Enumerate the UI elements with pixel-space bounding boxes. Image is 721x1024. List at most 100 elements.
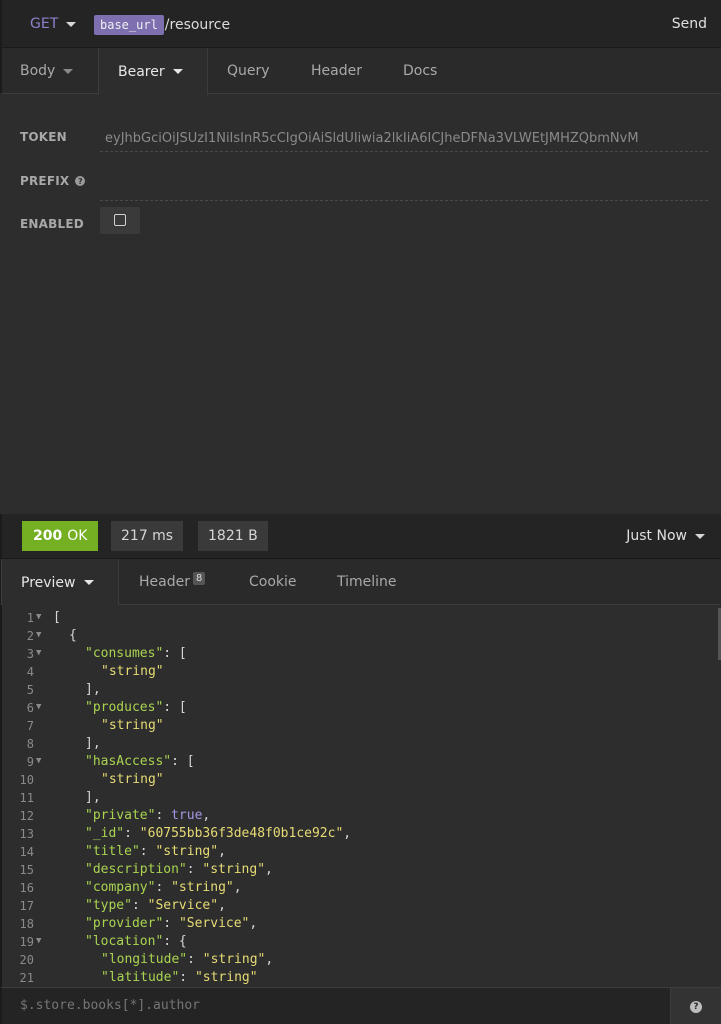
tab-label: Query — [227, 63, 270, 79]
status-code: 200 — [33, 528, 63, 544]
status-badge: 200 OK — [22, 521, 99, 551]
enabled-checkbox[interactable] — [114, 214, 126, 226]
code-text: "title": "string", — [85, 844, 226, 859]
tab-query[interactable]: Query — [227, 48, 270, 94]
json-punctuation: , — [265, 952, 274, 967]
enabled-label-text: ENABLED — [20, 217, 84, 231]
environment-variable-tag[interactable]: base_url — [94, 15, 164, 35]
tab-label: Cookie — [249, 574, 297, 590]
json-punctuation: ], — [85, 736, 101, 751]
json-string: "string" — [202, 952, 266, 967]
code-text: "provider": "Service", — [85, 916, 257, 931]
json-key: "description" — [85, 862, 187, 877]
code-line: 12 "private": true, — [2, 808, 717, 826]
code-line: 6 ▼ "produces": [ — [2, 700, 717, 718]
line-number: 8 — [26, 737, 34, 751]
fold-triangle-icon[interactable]: ▼ — [36, 936, 41, 946]
code-text: "produces": [ — [85, 700, 187, 715]
json-string: "Service" — [147, 898, 219, 913]
json-string: "string" — [101, 718, 164, 733]
fold-triangle-icon[interactable]: ▼ — [36, 648, 41, 658]
response-history-dropdown[interactable]: Just Now — [626, 528, 705, 544]
fold-triangle-icon[interactable]: ▼ — [36, 630, 41, 640]
status-text: OK — [67, 528, 88, 544]
tab-timeline[interactable]: Timeline — [337, 559, 397, 605]
method-label: GET — [30, 16, 59, 32]
response-time-badge: 217 ms — [111, 521, 184, 551]
token-label: TOKEN — [20, 130, 67, 144]
json-key: "private" — [85, 808, 156, 823]
json-punctuation: : — [124, 826, 140, 841]
response-preview[interactable]: 1 ▼[2 ▼{3 ▼ "consumes": [4 "string" 5], 6 ▼ "prod… — [0, 605, 721, 987]
enabled-label: ENABLED — [20, 217, 84, 231]
caret-down-icon — [695, 533, 705, 539]
tab-preview[interactable]: Preview — [1, 559, 119, 606]
code-text: ], — [85, 736, 101, 751]
line-number: 3 — [26, 647, 34, 661]
json-key: "title" — [85, 844, 140, 859]
code-line: 7 "string" — [2, 718, 717, 736]
header-count-badge: 8 — [192, 571, 206, 585]
line-number: 16 — [19, 881, 34, 895]
tab-header[interactable]: Header — [311, 48, 362, 94]
json-key: "produces" — [85, 700, 164, 715]
json-key: "provider" — [85, 916, 164, 931]
json-string: "60755bb36f3de48f0b1ce92c" — [139, 826, 344, 841]
json-punctuation: : — [187, 952, 203, 967]
caret-down-icon — [63, 68, 74, 74]
token-value: eyJhbGciOiJSUzI1NiIsInR5cCIgOiAiSldUIiwi… — [105, 131, 639, 146]
line-number: 21 — [19, 971, 34, 985]
caret-down-icon — [172, 69, 183, 74]
json-key: "company" — [85, 880, 156, 895]
code-text: "consumes": [ — [85, 646, 187, 661]
request-tabs: Body Bearer Query Header Docs — [0, 48, 721, 95]
line-number: 4 — [26, 665, 34, 679]
response-filter-input[interactable] — [20, 998, 620, 1013]
response-status-bar: 200 OK 217 ms 1821 B Just Now — [0, 514, 721, 559]
json-punctuation: ], — [85, 682, 101, 697]
tab-docs[interactable]: Docs — [403, 48, 437, 94]
line-number: 11 — [19, 791, 34, 805]
prefix-label-text: PREFIX — [20, 174, 70, 188]
fold-triangle-icon[interactable]: ▼ — [36, 756, 41, 766]
fold-triangle-icon[interactable]: ▼ — [36, 612, 41, 622]
send-button[interactable]: Send — [672, 16, 707, 32]
json-punctuation: , — [218, 844, 226, 859]
caret-down-icon — [66, 21, 77, 27]
tab-body[interactable]: Body — [20, 48, 74, 94]
response-size-badge: 1821 B — [198, 521, 268, 551]
tab-cookie[interactable]: Cookie — [249, 559, 297, 605]
url-input[interactable]: base_url /resource — [94, 15, 230, 35]
json-punctuation: , — [202, 808, 211, 823]
line-number: 14 — [19, 845, 34, 859]
code-line: 8], — [2, 736, 717, 754]
tab-label: Docs — [403, 63, 438, 79]
code-line: 19 ▼ "location": { — [2, 934, 717, 952]
token-field[interactable]: eyJhbGciOiJSUzI1NiIsInR5cCIgOiAiSldUIiwi… — [100, 126, 708, 152]
code-text: "longitude": "string", — [101, 952, 273, 967]
code-text: ], — [85, 682, 101, 697]
filter-help-button[interactable]: ? — [670, 988, 721, 1024]
tab-response-header[interactable]: Header 8 — [139, 559, 206, 605]
json-punctuation: , — [343, 826, 352, 841]
line-number: 2 — [26, 629, 34, 643]
json-string: "string" — [202, 862, 266, 877]
code-text: "company": "string", — [85, 880, 242, 895]
json-string: "string" — [155, 844, 219, 859]
json-punctuation: : — [179, 970, 195, 985]
code-line: 16 "company": "string", — [2, 880, 717, 898]
json-key: "location" — [85, 934, 164, 949]
method-dropdown[interactable]: GET — [30, 16, 77, 32]
fold-triangle-icon[interactable]: ▼ — [36, 702, 41, 712]
json-punctuation: ], — [85, 790, 101, 805]
enabled-checkbox-button[interactable] — [100, 207, 140, 234]
line-number: 18 — [19, 917, 34, 931]
code-text: "string" — [101, 718, 164, 733]
code-line: 9 ▼ "hasAccess": [ — [2, 754, 717, 772]
json-punctuation: [ — [53, 610, 61, 625]
tab-bearer[interactable]: Bearer — [98, 48, 208, 95]
json-string: "string" — [194, 970, 258, 985]
code-text: [ — [53, 610, 61, 625]
question-circle-icon[interactable]: ? — [75, 176, 86, 186]
prefix-field[interactable] — [100, 175, 708, 201]
